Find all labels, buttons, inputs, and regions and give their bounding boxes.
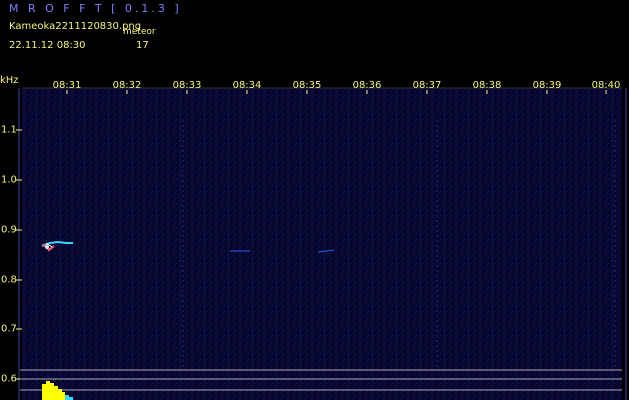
freq-label: 0.6 bbox=[1, 373, 17, 385]
freq-label: 1.1 bbox=[1, 124, 17, 136]
time-label: 08:32 bbox=[112, 80, 142, 91]
time-label: 08:36 bbox=[352, 80, 382, 91]
file-name: Kameoka2211120830.png bbox=[9, 21, 142, 32]
time-label: 08:35 bbox=[292, 80, 322, 91]
time-label: 08:33 bbox=[172, 80, 202, 91]
spectrogram bbox=[16, 87, 627, 400]
time-label: 08:39 bbox=[532, 80, 562, 91]
app-title: M R O F F T [ 0.1.3 ] bbox=[9, 2, 182, 15]
time-label: 08:37 bbox=[412, 80, 442, 91]
time-label: 08:38 bbox=[472, 80, 502, 91]
freq-label: 1.0 bbox=[1, 174, 17, 186]
spectrogram-field bbox=[22, 88, 622, 400]
freq-label: 0.8 bbox=[1, 274, 17, 286]
freq-label: 0.9 bbox=[1, 224, 17, 236]
time-label: 08:31 bbox=[52, 80, 82, 91]
timestamp: 22.11.12 08:30 bbox=[9, 40, 86, 51]
time-label: 08:40 bbox=[591, 80, 621, 91]
frequency-unit: kHz bbox=[0, 75, 19, 86]
meteor-count: 17 bbox=[136, 40, 149, 51]
time-label: 08:34 bbox=[232, 80, 262, 91]
meteor-label: meteor bbox=[123, 27, 156, 37]
freq-label: 0.7 bbox=[1, 323, 17, 335]
